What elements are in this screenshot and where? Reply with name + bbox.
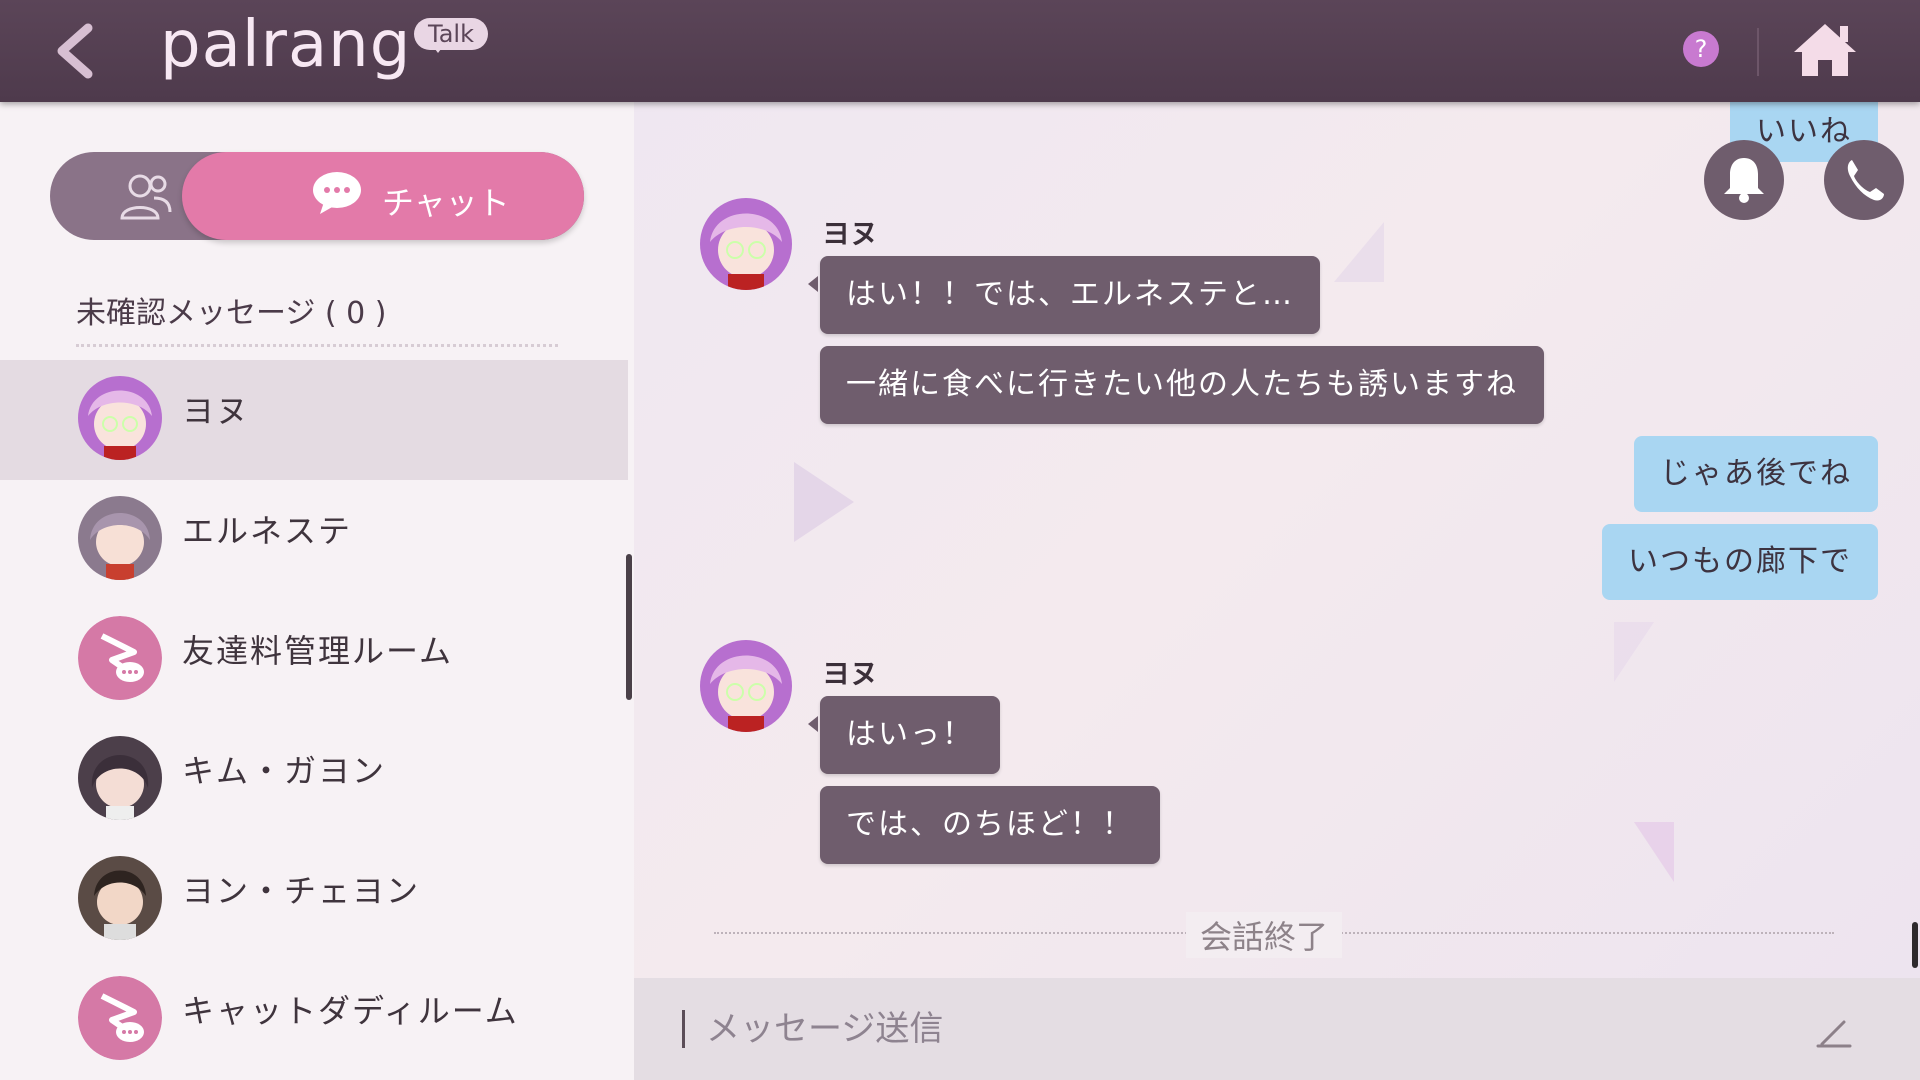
chat-area: いいね ヨヌ はい！！では、エルネステと… 一緒に食べに行きたい他の人たちも誘い… [634,102,1920,978]
chat-scrollbar[interactable] [1912,922,1918,968]
chat-tab[interactable]: チャット [182,152,584,240]
avatar [78,856,162,940]
background-pattern [1614,622,1654,682]
avatar [78,376,162,460]
avatar [78,736,162,820]
chat-bubble-icon [313,172,361,214]
section-divider [76,344,558,347]
message-input[interactable] [704,998,1708,1060]
background-pattern [1634,822,1674,882]
avatar[interactable] [700,198,792,290]
help-button[interactable]: ? [1683,31,1719,67]
outgoing-message: いつもの廊下で [1602,524,1878,600]
outgoing-message: じゃあ後でね [1634,436,1878,512]
avatar [78,976,162,1060]
chevron-left-icon [57,23,93,79]
conversation-name: キム・ガヨン [182,752,387,790]
avatar[interactable] [700,640,792,732]
home-icon [1794,24,1856,76]
friends-icon [120,174,172,220]
conversation-item-fee-room[interactable]: 友達料管理ルーム [0,600,628,720]
conversation-name: キャットダディルーム [182,992,519,1030]
friends-tab[interactable] [110,170,180,222]
conversation-item-yon-chaeyon[interactable]: ヨン・チェヨン [0,840,628,960]
conversation-item-catdaddy-room[interactable]: キャットダディルーム [0,960,628,1080]
conversation-name: 友達料管理ルーム [182,632,454,670]
pencil-icon [1816,1020,1852,1048]
top-bar: palrang Talk ? [0,0,1920,102]
conversation-name: ヨン・チェヨン [182,872,421,910]
home-button[interactable] [1790,20,1860,80]
chat-tab-label: チャット [382,184,510,222]
unread-messages-title: 未確認メッセージ ( 0 ) [76,296,387,331]
sidebar-scrollbar[interactable] [626,554,632,700]
conversation-name: エルネステ [182,512,353,550]
message-input-bar [634,978,1920,1080]
conversation-item-ernesté[interactable]: エルネステ [0,480,628,600]
incoming-message: はいっ！ [808,696,1000,774]
back-button[interactable] [48,18,108,84]
conversation-list: ヨヌ エルネステ 友達料管理ルーム キム・ガヨン ヨン・チェヨン キャットダディ… [0,360,628,1080]
conversation-name: ヨヌ [182,392,251,430]
call-button[interactable] [1824,140,1904,220]
incoming-message: では、のちほど！！ [820,786,1160,864]
avatar [78,616,162,700]
text-caret [682,1010,685,1048]
notification-button[interactable] [1704,140,1784,220]
view-toggle: チャット [50,152,584,240]
conversation-item-yonu[interactable]: ヨヌ [0,360,628,480]
header-divider [1757,28,1759,76]
background-pattern [794,462,854,542]
sender-name: ヨヌ [822,217,879,250]
conversation-item-kim-gayeon[interactable]: キム・ガヨン [0,720,628,840]
phone-icon [1847,160,1884,201]
incoming-message: 一緒に食べに行きたい他の人たちも誘いますね [820,346,1544,424]
bell-icon [1724,158,1764,203]
talk-badge: Talk [414,18,488,53]
send-button[interactable] [1814,1014,1854,1050]
conversation-sidebar: チャット 未確認メッセージ ( 0 ) ヨヌ エルネステ 友達料管理ルーム キム… [0,102,634,1080]
sender-name: ヨヌ [822,657,879,690]
avatar [78,496,162,580]
conversation-end-label: 会話終了 [1186,912,1343,958]
question-icon: ? [1694,35,1708,63]
background-pattern [1334,222,1384,282]
app-logo: palrang [160,8,412,82]
incoming-message: はい！！では、エルネステと… [808,256,1320,334]
